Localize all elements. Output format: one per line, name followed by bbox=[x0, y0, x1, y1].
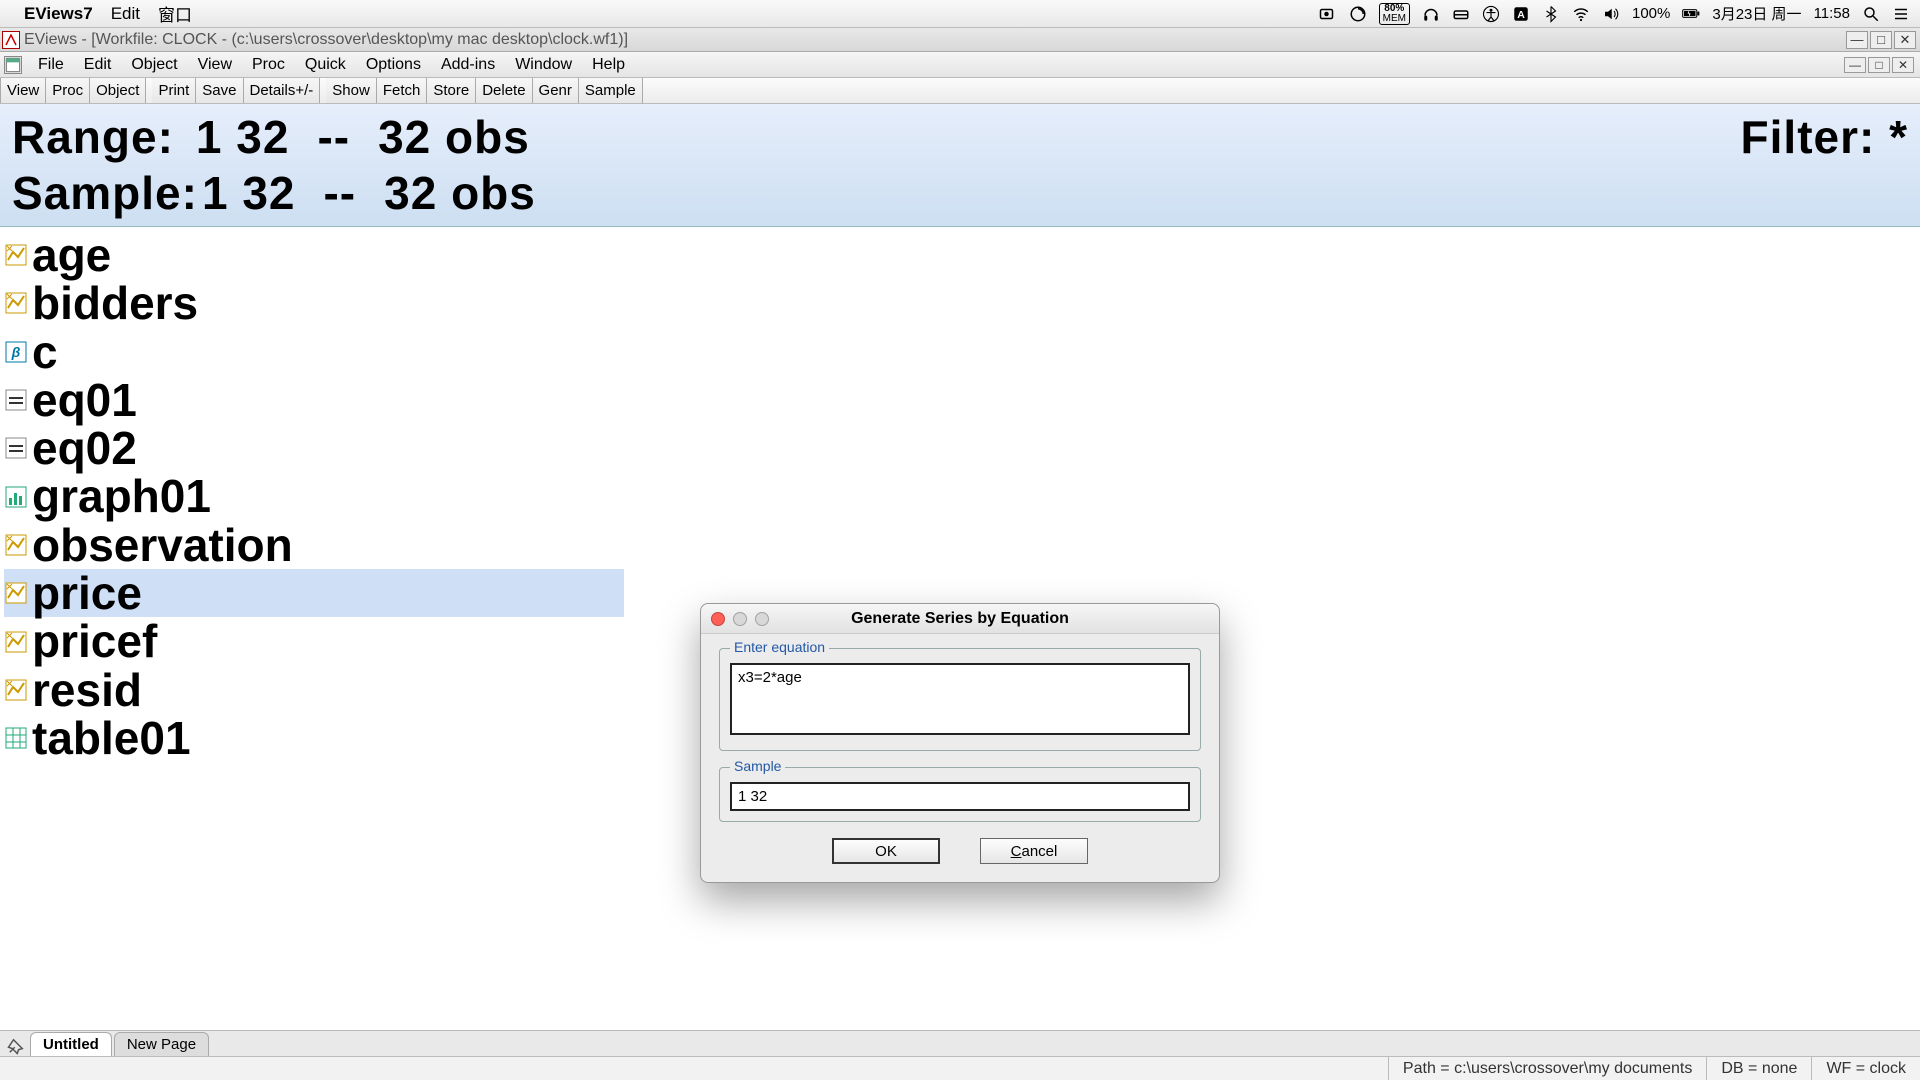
menu-proc[interactable]: Proc bbox=[242, 56, 295, 74]
menu-object[interactable]: Object bbox=[121, 56, 187, 74]
status-bar: Path = c:\users\crossover\my documents D… bbox=[0, 1056, 1920, 1080]
ok-button[interactable]: OK bbox=[832, 838, 940, 864]
range-label: Range: bbox=[12, 110, 174, 164]
child-minimize-button[interactable]: — bbox=[1844, 57, 1866, 73]
sample-value: 1 32 bbox=[202, 166, 296, 220]
sync-icon[interactable] bbox=[1349, 5, 1367, 23]
sample-dash: -- bbox=[323, 166, 356, 220]
dialog-titlebar[interactable]: Generate Series by Equation bbox=[701, 604, 1219, 634]
spotlight-icon[interactable] bbox=[1862, 5, 1880, 23]
dialog-title: Generate Series by Equation bbox=[701, 610, 1219, 628]
date-text: 3月23日 周一 bbox=[1712, 3, 1801, 24]
workfile-tabs: Untitled New Page bbox=[0, 1030, 1920, 1056]
battery-percent: 100% bbox=[1632, 5, 1670, 22]
menu-help[interactable]: Help bbox=[582, 56, 635, 74]
mac-app-name[interactable]: EViews7 bbox=[24, 4, 93, 24]
toolbar-object[interactable]: Object bbox=[90, 78, 146, 103]
status-wf: WF = clock bbox=[1811, 1057, 1920, 1080]
eviews-menubar: File Edit Object View Proc Quick Options… bbox=[0, 52, 1920, 78]
tab-untitled[interactable]: Untitled bbox=[30, 1032, 112, 1056]
window-close-button[interactable]: ✕ bbox=[1894, 31, 1916, 49]
tray-icon[interactable] bbox=[1452, 5, 1470, 23]
menu-addins[interactable]: Add-ins bbox=[431, 56, 505, 74]
sample-input[interactable] bbox=[730, 782, 1190, 811]
range-obs: 32 obs bbox=[378, 110, 530, 164]
headphones-icon[interactable] bbox=[1422, 5, 1440, 23]
filter-label[interactable]: Filter: * bbox=[1741, 110, 1908, 164]
window-maximize-button[interactable]: □ bbox=[1870, 31, 1892, 49]
eviews-app-icon bbox=[2, 31, 20, 49]
dialog-minimize-icon bbox=[733, 612, 747, 626]
pin-icon[interactable] bbox=[6, 1036, 26, 1056]
mac-menu-edit[interactable]: Edit bbox=[111, 4, 140, 24]
text-input-icon[interactable]: A bbox=[1512, 5, 1530, 23]
wifi-icon[interactable] bbox=[1572, 5, 1590, 23]
workfile-body: agebiddersβceq01eq02graph01observationpr… bbox=[0, 227, 1920, 1030]
menu-options[interactable]: Options bbox=[356, 56, 431, 74]
sample-label: Sample: bbox=[12, 166, 198, 220]
equation-input[interactable]: x3=2*age bbox=[730, 663, 1190, 735]
workfile-system-icon[interactable] bbox=[4, 56, 22, 74]
equation-legend: Enter equation bbox=[730, 639, 829, 655]
eviews-window-title: EViews - [Workfile: CLOCK - (c:\users\cr… bbox=[24, 31, 1846, 49]
workfile-toolbar: View Proc Object Print Save Details+/- S… bbox=[0, 78, 1920, 104]
toolbar-delete[interactable]: Delete bbox=[476, 78, 532, 103]
workfile-header: Range: 1 32 -- 32 obs Filter: * Sample: … bbox=[0, 104, 1920, 227]
sample-fieldset: Sample bbox=[719, 767, 1201, 822]
cancel-button[interactable]: Cancel bbox=[980, 838, 1088, 864]
toolbar-view[interactable]: View bbox=[0, 78, 46, 103]
accessibility-icon[interactable] bbox=[1482, 5, 1500, 23]
status-db: DB = none bbox=[1706, 1057, 1811, 1080]
toolbar-store[interactable]: Store bbox=[427, 78, 476, 103]
sample-legend: Sample bbox=[730, 758, 785, 774]
notification-center-icon[interactable] bbox=[1892, 5, 1910, 23]
memory-indicator[interactable]: 80% MEM bbox=[1379, 3, 1410, 25]
status-path: Path = c:\users\crossover\my documents bbox=[1388, 1057, 1706, 1080]
toolbar-print[interactable]: Print bbox=[152, 78, 196, 103]
time-text: 11:58 bbox=[1814, 5, 1850, 22]
battery-icon[interactable] bbox=[1682, 5, 1700, 23]
bluetooth-icon[interactable] bbox=[1542, 5, 1560, 23]
sample-obs: 32 obs bbox=[384, 166, 536, 220]
toolbar-proc[interactable]: Proc bbox=[46, 78, 90, 103]
screen-record-icon[interactable] bbox=[1319, 5, 1337, 23]
generate-series-dialog: Generate Series by Equation Enter equati… bbox=[700, 603, 1220, 883]
toolbar-save[interactable]: Save bbox=[196, 78, 243, 103]
mac-menu-window[interactable]: 窗口 bbox=[158, 1, 192, 26]
range-value: 1 32 bbox=[196, 110, 290, 164]
dialog-zoom-icon bbox=[755, 612, 769, 626]
menu-edit[interactable]: Edit bbox=[74, 56, 122, 74]
svg-text:A: A bbox=[1517, 8, 1525, 20]
toolbar-sample[interactable]: Sample bbox=[579, 78, 643, 103]
toolbar-fetch[interactable]: Fetch bbox=[377, 78, 428, 103]
window-minimize-button[interactable]: — bbox=[1846, 31, 1868, 49]
equation-fieldset: Enter equation x3=2*age bbox=[719, 648, 1201, 751]
menu-view[interactable]: View bbox=[188, 56, 242, 74]
menu-quick[interactable]: Quick bbox=[295, 56, 356, 74]
toolbar-show[interactable]: Show bbox=[326, 78, 377, 103]
volume-icon[interactable] bbox=[1602, 5, 1620, 23]
eviews-titlebar: EViews - [Workfile: CLOCK - (c:\users\cr… bbox=[0, 28, 1920, 52]
menu-file[interactable]: File bbox=[28, 56, 74, 74]
toolbar-details[interactable]: Details+/- bbox=[244, 78, 321, 103]
child-maximize-button[interactable]: □ bbox=[1868, 57, 1890, 73]
menu-window[interactable]: Window bbox=[505, 56, 582, 74]
mac-menubar: EViews7 Edit 窗口 80% MEM bbox=[0, 0, 1920, 28]
child-close-button[interactable]: ✕ bbox=[1892, 57, 1914, 73]
range-dash: -- bbox=[317, 110, 350, 164]
tab-new-page[interactable]: New Page bbox=[114, 1032, 209, 1056]
toolbar-genr[interactable]: Genr bbox=[533, 78, 579, 103]
dialog-close-icon[interactable] bbox=[711, 612, 725, 626]
